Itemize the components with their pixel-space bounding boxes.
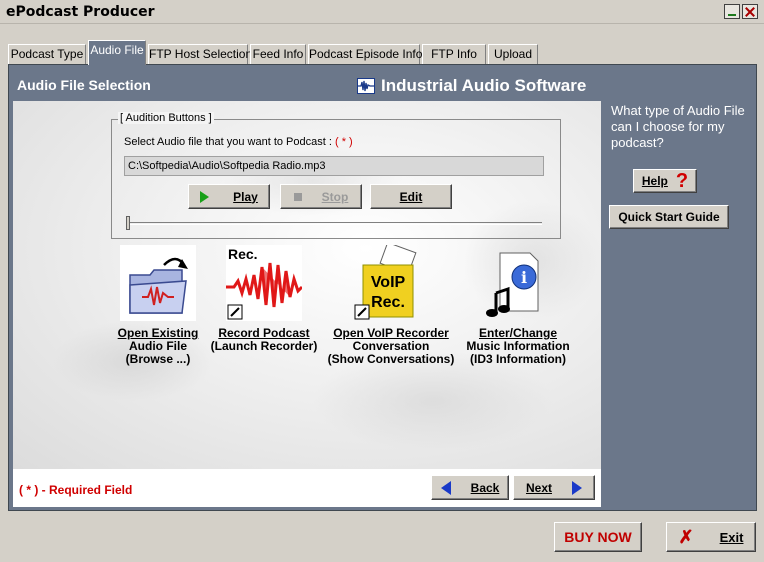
enter-music-info-label: Enter/Change Music Information (ID3 Info… xyxy=(461,327,575,366)
required-marker: ( * ) xyxy=(334,136,353,148)
tab-feed-info[interactable]: Feed Info xyxy=(250,44,306,64)
navigation-bar: ( * ) - Required Field Back Next xyxy=(13,469,601,507)
back-label: Back xyxy=(470,480,500,495)
required-field-note: ( * ) - Required Field xyxy=(19,483,133,497)
stop-icon xyxy=(293,192,302,201)
open-existing-label: Open Existing Audio File (Browse ...) xyxy=(103,327,213,366)
record-icon-text: Rec. xyxy=(228,246,258,262)
action4-line1: Enter/Change xyxy=(478,326,557,340)
next-button[interactable]: Next xyxy=(513,475,595,500)
exit-x-icon: ✗ xyxy=(678,526,694,547)
action3-line1: Open VoIP Recorder xyxy=(333,326,449,340)
action3-line2: Conversation xyxy=(352,339,430,353)
edit-button[interactable]: Edit xyxy=(370,184,452,209)
arrow-right-icon xyxy=(572,480,582,495)
close-button[interactable] xyxy=(742,4,758,19)
play-button[interactable]: Play xyxy=(188,184,270,209)
record-podcast-label: Record Podcast (Launch Recorder) xyxy=(209,327,319,353)
arrow-left-icon xyxy=(440,480,451,495)
tab-ftp-host-selection[interactable]: FTP Host Selection xyxy=(148,44,252,64)
next-label: Next xyxy=(525,480,552,495)
edit-label: Edit xyxy=(399,189,423,204)
stop-label: Stop xyxy=(321,189,349,204)
audition-legend: [ Audition Buttons ] xyxy=(118,112,214,124)
record-icon: Rec. xyxy=(226,245,304,321)
voip-icon: VoIP Rec. xyxy=(353,241,429,321)
help-button[interactable]: Help ? xyxy=(633,169,697,193)
tab-podcast-episode-info[interactable]: Podcast Episode Info xyxy=(308,44,422,64)
help-label: Help xyxy=(641,174,668,188)
tab-audio-file[interactable]: Audio File xyxy=(88,40,146,65)
quick-start-guide-button[interactable]: Quick Start Guide xyxy=(609,205,729,229)
exit-button[interactable]: ✗ Exit xyxy=(666,522,756,552)
audio-file-panel: Audio File Selection Industrial Audio So… xyxy=(8,64,757,511)
id3-info-icon: i xyxy=(480,245,556,321)
select-file-prompt: Select Audio file that you want to Podca… xyxy=(124,136,353,148)
play-icon xyxy=(200,190,210,203)
help-question: What type of Audio File can I choose for… xyxy=(611,103,745,150)
stop-button[interactable]: Stop xyxy=(280,184,362,209)
brand: Industrial Audio Software xyxy=(357,75,586,97)
minimize-button[interactable] xyxy=(724,4,740,19)
tab-podcast-type[interactable]: Podcast Type xyxy=(8,44,86,64)
open-existing-audio-file-action[interactable]: Open Existing Audio File (Browse ...) xyxy=(103,245,213,366)
action2-line1: Record Podcast xyxy=(218,326,310,340)
play-label: Play xyxy=(233,189,258,204)
panel-header: Audio File Selection Industrial Audio So… xyxy=(13,73,753,101)
voip-icon-text-2: Rec. xyxy=(371,294,405,311)
playback-slider-track[interactable] xyxy=(128,222,542,225)
action2-line2: (Launch Recorder) xyxy=(210,339,318,353)
open-voip-recorder-action[interactable]: VoIP Rec. Open VoIP Recorder Conversatio… xyxy=(325,241,457,366)
tab-ftp-info[interactable]: FTP Info xyxy=(422,44,486,64)
playback-slider-thumb[interactable] xyxy=(126,216,130,230)
title-bar: ePodcast Producer xyxy=(0,0,764,24)
exit-label: Exit xyxy=(719,529,744,545)
audition-groupbox: [ Audition Buttons ] Select Audio file t… xyxy=(111,112,561,239)
question-mark-icon: ? xyxy=(675,170,689,192)
svg-text:i: i xyxy=(521,268,527,287)
open-voip-label: Open VoIP Recorder Conversation (Show Co… xyxy=(325,327,457,366)
waveform-logo-icon xyxy=(357,78,375,94)
folder-audio-icon xyxy=(120,245,196,321)
window-title: ePodcast Producer xyxy=(6,4,155,20)
record-podcast-action[interactable]: Rec. Record Podcast (Launch Recorder) xyxy=(209,245,319,353)
action1-line1: Open Existing xyxy=(117,326,199,340)
brand-name: Industrial Audio Software xyxy=(381,76,587,95)
audio-file-path-field[interactable]: C:\Softpedia\Audio\Softpedia Radio.mp3 xyxy=(124,156,544,176)
buy-now-button[interactable]: BUY NOW xyxy=(554,522,642,552)
action4-line2: Music Information xyxy=(466,339,570,353)
panel-title: Audio File Selection xyxy=(17,77,151,93)
back-button[interactable]: Back xyxy=(431,475,509,500)
tab-upload[interactable]: Upload xyxy=(488,44,538,64)
action1-line2: Audio File xyxy=(129,339,187,353)
action1-line3: (Browse ...) xyxy=(125,352,191,366)
prompt-text: Select Audio file that you want to Podca… xyxy=(124,136,332,148)
action4-line3: (ID3 Information) xyxy=(470,352,566,366)
action3-line3: (Show Conversations) xyxy=(327,352,455,366)
voip-icon-text-1: VoIP xyxy=(371,274,406,291)
content-area: [ Audition Buttons ] Select Audio file t… xyxy=(13,101,601,469)
enter-music-info-action[interactable]: i Enter/Change Music Information (ID3 In… xyxy=(461,245,575,366)
